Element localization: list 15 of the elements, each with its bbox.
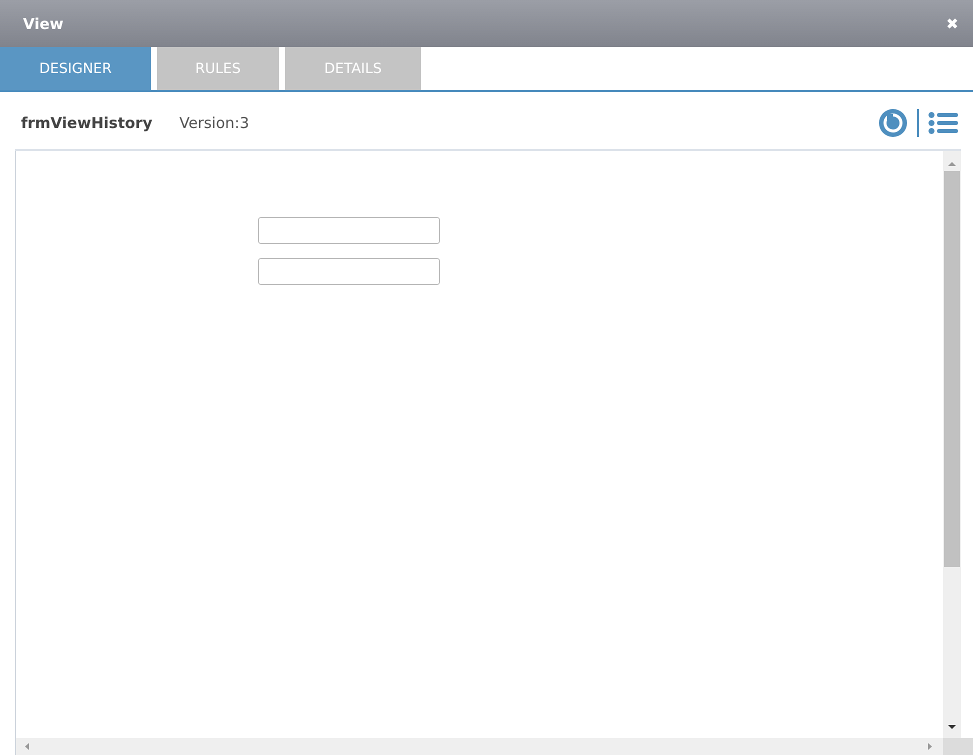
form-name: frmViewHistory — [21, 114, 152, 132]
tab[interactable]: RULES — [157, 47, 279, 90]
scroll-thumb[interactable] — [944, 171, 960, 567]
scrollbar-corner — [943, 738, 973, 755]
horizontal-scrollbar[interactable] — [16, 738, 973, 755]
vertical-scrollbar[interactable] — [943, 151, 961, 738]
window-title: View — [23, 14, 65, 32]
tab[interactable]: DESIGNER — [0, 47, 151, 90]
version-label: Version:3 — [179, 114, 250, 132]
tab[interactable]: DETAILS — [285, 47, 421, 90]
list-icon[interactable] — [928, 110, 958, 134]
input-field[interactable] — [258, 258, 440, 285]
input-field[interactable] — [258, 217, 440, 244]
refresh-icon[interactable] — [878, 108, 908, 138]
close-button[interactable]: ✖ — [946, 14, 959, 32]
